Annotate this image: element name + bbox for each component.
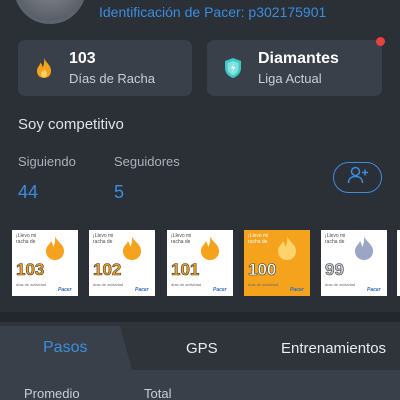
badge-card[interactable]: ¡Llevo mi racha de 103 días de actividad… (12, 230, 78, 296)
badge-card[interactable]: ¡Llevo mi racha de 100 días de actividad… (244, 230, 310, 296)
badge-sub: días de actividad (93, 282, 124, 287)
badge-header: ¡Llevo mi racha de (16, 233, 37, 245)
flame-icon (199, 235, 221, 261)
league-value: Diamantes (258, 50, 339, 67)
badge-header: ¡Llevo mi racha de (171, 233, 192, 245)
following-label: Siguiendo (18, 154, 76, 169)
badge-brand: Pacer (135, 287, 149, 293)
flame-icon (44, 235, 66, 261)
avatar[interactable] (14, 0, 86, 24)
streak-card[interactable]: 103 Días de Racha (18, 40, 192, 96)
flame-icon (353, 235, 375, 261)
badge-sub: días de actividad (171, 282, 202, 287)
badge-header: ¡Llevo mi racha de (325, 233, 346, 245)
activity-tabs: Pasos GPS Entrenamientos (0, 322, 400, 370)
league-label: Liga Actual (258, 71, 322, 86)
streak-value: 103 (69, 50, 96, 67)
badge-number: 102 (93, 260, 122, 280)
flame-icon (121, 235, 143, 261)
badge-brand: Pacer (290, 287, 304, 293)
badge-number: 101 (171, 260, 200, 280)
diamond-shield-icon (222, 57, 244, 79)
section-divider (0, 312, 400, 322)
badge-header: ¡Llevo mi racha de (248, 233, 269, 245)
badge-card[interactable]: ¡Llevo mi racha de 101 días de actividad… (167, 230, 233, 296)
streak-label: Días de Racha (69, 71, 155, 86)
badge-sub: días de actividad (16, 282, 47, 287)
notification-dot (376, 37, 385, 46)
badge-card[interactable]: ¡Llevo mi racha de 102 días de actividad… (89, 230, 155, 296)
average-label: Promedio (24, 386, 80, 400)
badge-number: 99 (325, 260, 345, 280)
tab-pasos[interactable]: Pasos (43, 339, 87, 357)
profile-bio: Soy competitivo (18, 116, 124, 133)
league-card[interactable]: Diamantes Liga Actual (207, 40, 382, 96)
add-friend-button[interactable] (333, 162, 382, 193)
following-count[interactable]: 44 (18, 182, 38, 203)
streak-badges: ¡Llevo mi racha de 103 días de actividad… (12, 230, 400, 296)
badge-number: 103 (16, 260, 45, 280)
total-label: Total (144, 386, 172, 400)
add-user-icon (347, 166, 369, 189)
followers-label: Seguidores (114, 154, 180, 169)
flame-icon (276, 235, 298, 261)
tab-gps[interactable]: GPS (186, 340, 218, 357)
badge-header: ¡Llevo mi racha de (93, 233, 114, 245)
flame-icon (33, 57, 55, 79)
badge-brand: Pacer (367, 287, 381, 293)
badge-brand: Pacer (213, 287, 227, 293)
badge-card[interactable]: ¡Llevo mi racha de 99 días de actividad … (321, 230, 387, 296)
badge-sub: días de actividad (325, 282, 356, 287)
badge-sub: días de actividad (248, 282, 279, 287)
pacer-id: Identificación de Pacer: p302175901 (99, 4, 327, 20)
badge-brand: Pacer (58, 287, 72, 293)
badge-number: 100 (248, 260, 277, 280)
tab-entrenamientos[interactable]: Entrenamientos (281, 340, 386, 357)
followers-count[interactable]: 5 (114, 182, 124, 203)
